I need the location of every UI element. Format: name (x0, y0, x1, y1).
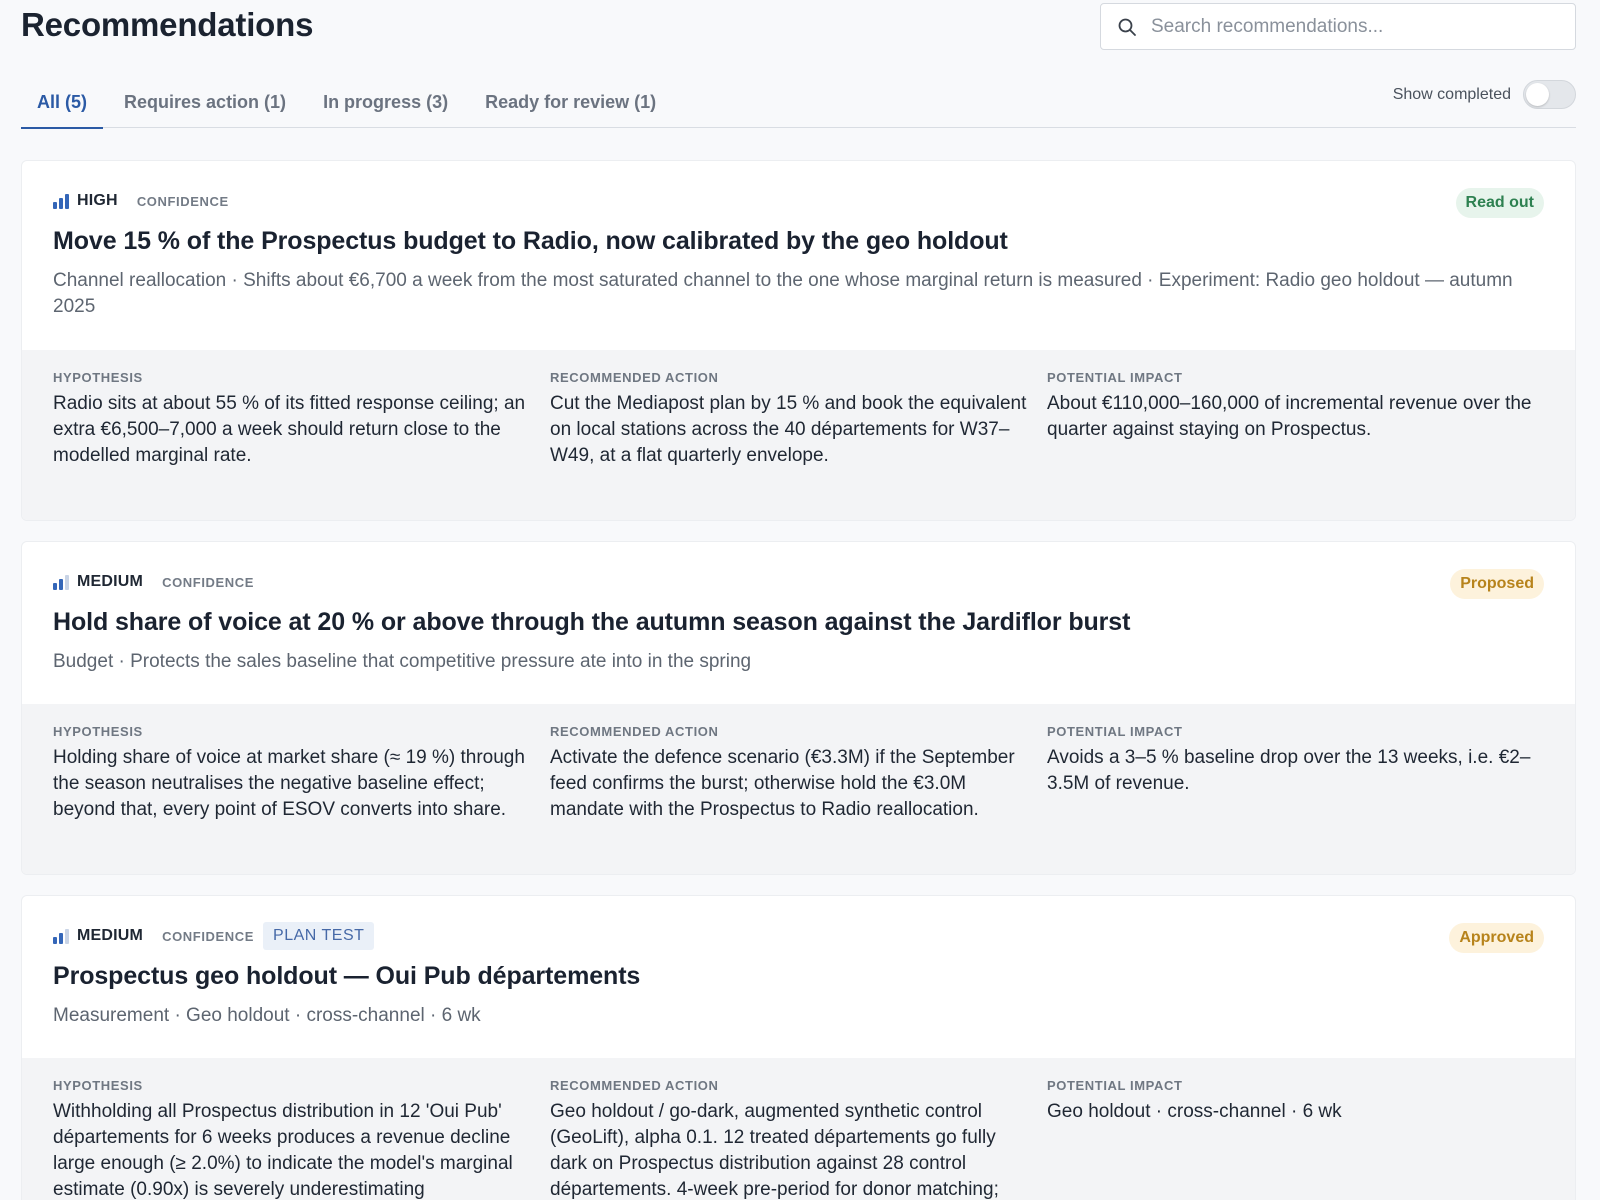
bar-3 (65, 929, 69, 944)
hypothesis-heading: HYPOTHESIS (53, 724, 143, 739)
hypothesis-section: HYPOTHESIS Withholding all Prospectus di… (53, 1078, 550, 1200)
hypothesis-heading: HYPOTHESIS (53, 370, 143, 385)
action-section: RECOMMENDED ACTION Geo holdout / go-dark… (550, 1078, 1047, 1200)
card-header: MEDIUM CONFIDENCE Proposed Hold share of… (22, 542, 1575, 675)
card-details: HYPOTHESIS Holding share of voice at mar… (22, 704, 1575, 874)
tab-requires-action[interactable]: Requires action (1) (108, 92, 302, 129)
status-badge: Proposed (1450, 569, 1544, 599)
card-header: MEDIUM CONFIDENCE PLAN TEST Approved Pro… (22, 896, 1575, 1029)
tab-in-progress[interactable]: In progress (3) (307, 92, 464, 129)
bar-1 (53, 583, 57, 590)
bar-2 (59, 579, 63, 590)
card-header: HIGH CONFIDENCE Read out Move 15 % of th… (22, 161, 1575, 320)
impact-section: POTENTIAL IMPACT Geo holdout · cross-cha… (1047, 1078, 1544, 1200)
signal-bars-icon (53, 193, 71, 209)
action-heading: RECOMMENDED ACTION (550, 1078, 719, 1093)
bar-1 (53, 202, 57, 209)
confidence-label: CONFIDENCE (162, 928, 255, 944)
confidence-level: MEDIUM (77, 573, 144, 590)
signal-bars-icon (53, 574, 71, 590)
hypothesis-text: Holding share of voice at market share (… (53, 747, 525, 820)
impact-heading: POTENTIAL IMPACT (1047, 1078, 1183, 1093)
status-badge: Approved (1449, 923, 1544, 953)
action-heading: RECOMMENDED ACTION (550, 370, 719, 385)
impact-section: POTENTIAL IMPACT About €110,000–160,000 … (1047, 370, 1544, 520)
card-subtitle: Channel reallocation · Shifts about €6,7… (53, 270, 1513, 317)
page-header: Recommendations (21, 0, 1576, 60)
confidence-level: HIGH (77, 192, 118, 209)
search-icon (1118, 18, 1136, 36)
confidence-indicator: HIGH CONFIDENCE (53, 191, 1544, 211)
confidence-indicator: MEDIUM CONFIDENCE PLAN TEST (53, 920, 1544, 952)
toggle-knob (1526, 83, 1549, 106)
card-details: HYPOTHESIS Radio sits at about 55 % of i… (22, 350, 1575, 520)
action-text: Cut the Mediapost plan by 15 % and book … (550, 393, 1027, 466)
confidence-indicator: MEDIUM CONFIDENCE (53, 572, 1544, 592)
impact-text: Avoids a 3–5 % baseline drop over the 13… (1047, 747, 1531, 794)
tabs: All (5) Requires action (1) In progress … (21, 92, 677, 129)
impact-heading: POTENTIAL IMPACT (1047, 370, 1183, 385)
action-text: Activate the defence scenario (€3.3M) if… (550, 747, 1015, 820)
bar-1 (53, 937, 57, 944)
card-title: Move 15 % of the Prospectus budget to Ra… (53, 227, 1008, 255)
impact-text: About €110,000–160,000 of incremental re… (1047, 393, 1532, 440)
tab-ready-for-review[interactable]: Ready for review (1) (469, 92, 672, 129)
card-subtitle: Budget · Protects the sales baseline tha… (53, 651, 752, 672)
tab-all[interactable]: All (5) (21, 92, 104, 129)
hypothesis-text: Radio sits at about 55 % of its fitted r… (53, 393, 526, 466)
bar-3 (65, 575, 69, 590)
confidence-level: MEDIUM (77, 927, 144, 944)
hypothesis-section: HYPOTHESIS Radio sits at about 55 % of i… (53, 370, 550, 520)
impact-heading: POTENTIAL IMPACT (1047, 724, 1183, 739)
card-title: Prospectus geo holdout — Oui Pub départe… (53, 962, 641, 990)
action-heading: RECOMMENDED ACTION (550, 724, 719, 739)
recommendation-card[interactable]: MEDIUM CONFIDENCE PLAN TEST Approved Pro… (21, 895, 1576, 1200)
hypothesis-heading: HYPOTHESIS (53, 1078, 143, 1093)
show-completed-label: Show completed (1392, 85, 1511, 103)
confidence-label: CONFIDENCE (162, 574, 255, 590)
impact-section: POTENTIAL IMPACT Avoids a 3–5 % baseline… (1047, 724, 1544, 874)
plan-test-tag: PLAN TEST (263, 922, 375, 950)
bar-2 (59, 198, 63, 209)
impact-text: Geo holdout · cross-channel · 6 wk (1047, 1101, 1342, 1122)
show-completed-toggle[interactable] (1523, 80, 1576, 109)
search-box[interactable] (1100, 3, 1576, 50)
action-text: Geo holdout / go-dark, augmented synthet… (550, 1101, 999, 1200)
page-title: Recommendations (21, 6, 314, 43)
card-details: HYPOTHESIS Withholding all Prospectus di… (22, 1058, 1575, 1200)
card-title: Hold share of voice at 20 % or above thr… (53, 608, 1131, 636)
recommendation-card[interactable]: HIGH CONFIDENCE Read out Move 15 % of th… (21, 160, 1576, 521)
card-subtitle: Measurement · Geo holdout · cross-channe… (53, 1005, 481, 1026)
show-completed: Show completed (1393, 80, 1576, 109)
hypothesis-section: HYPOTHESIS Holding share of voice at mar… (53, 724, 550, 874)
tab-bar: All (5) Requires action (1) In progress … (21, 60, 1576, 129)
signal-bars-icon (53, 928, 71, 944)
action-section: RECOMMENDED ACTION Cut the Mediapost pla… (550, 370, 1047, 520)
confidence-label: CONFIDENCE (136, 193, 229, 209)
hypothesis-text: Withholding all Prospectus distribution … (53, 1101, 513, 1200)
bar-2 (59, 933, 63, 944)
action-section: RECOMMENDED ACTION Activate the defence … (550, 724, 1047, 874)
bar-3 (65, 194, 69, 209)
status-badge: Read out (1455, 188, 1544, 218)
recommendation-card[interactable]: MEDIUM CONFIDENCE Proposed Hold share of… (21, 541, 1576, 875)
recommendations-page: Recommendations All (5) Requires action … (21, 0, 1576, 1200)
search-input[interactable] (1151, 15, 1551, 38)
